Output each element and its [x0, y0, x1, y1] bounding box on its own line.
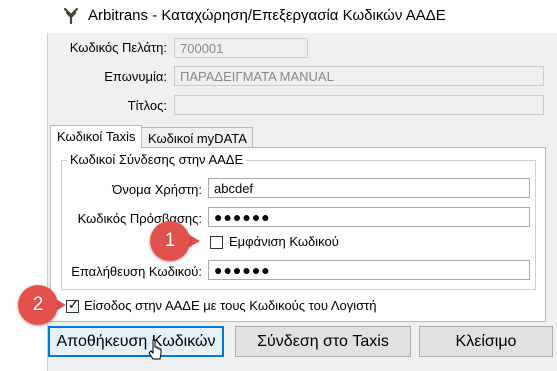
accountant-login-checkbox[interactable]: ✓	[66, 297, 79, 313]
show-password-checkbox[interactable]	[210, 236, 223, 249]
show-password-label: Εμφάνιση Κωδικού	[229, 234, 339, 249]
confirm-password-label: Επαλήθευση Κωδικού:	[71, 264, 202, 279]
password-field[interactable]	[208, 207, 530, 227]
callout-badge-2: 2	[18, 285, 58, 325]
connect-taxis-button[interactable]: Σύνδεση στο Taxis	[235, 326, 411, 357]
mouse-cursor-icon	[148, 339, 162, 360]
username-field[interactable]	[208, 178, 530, 198]
company-name-field[interactable]	[174, 66, 544, 86]
tab-taxis-codes[interactable]: Κωδικοί Taxis	[50, 125, 142, 148]
title-field[interactable]	[174, 95, 544, 115]
accountant-login-label: Είσοδος στην ΑΑΔΕ με τους Κωδικούς του Λ…	[84, 298, 377, 313]
company-name-label: Επωνυμία:	[104, 69, 167, 84]
customer-code-label: Κωδικός Πελάτη:	[69, 40, 167, 55]
callout-badge-1: 1	[150, 221, 190, 261]
title-label: Τίτλος:	[127, 98, 167, 113]
check-icon: ✓	[68, 297, 79, 312]
customer-code-field[interactable]	[174, 38, 308, 58]
confirm-password-field[interactable]	[208, 260, 530, 280]
tab-mydata-codes[interactable]: Κωδικοί myDATA	[141, 127, 253, 148]
arbitrans-logo-icon	[63, 7, 79, 25]
username-label: Όνομα Χρήστη:	[112, 182, 202, 197]
group-title: Κωδικοί Σύνδεσης στην ΑΑΔΕ	[67, 152, 247, 167]
save-codes-button[interactable]: Αποθήκευση Κωδικών	[48, 326, 224, 357]
close-button[interactable]: Κλείσιμο	[419, 326, 553, 357]
window-title: Arbitrans - Καταχώρηση/Επεξεργασία Κωδικ…	[88, 7, 446, 24]
